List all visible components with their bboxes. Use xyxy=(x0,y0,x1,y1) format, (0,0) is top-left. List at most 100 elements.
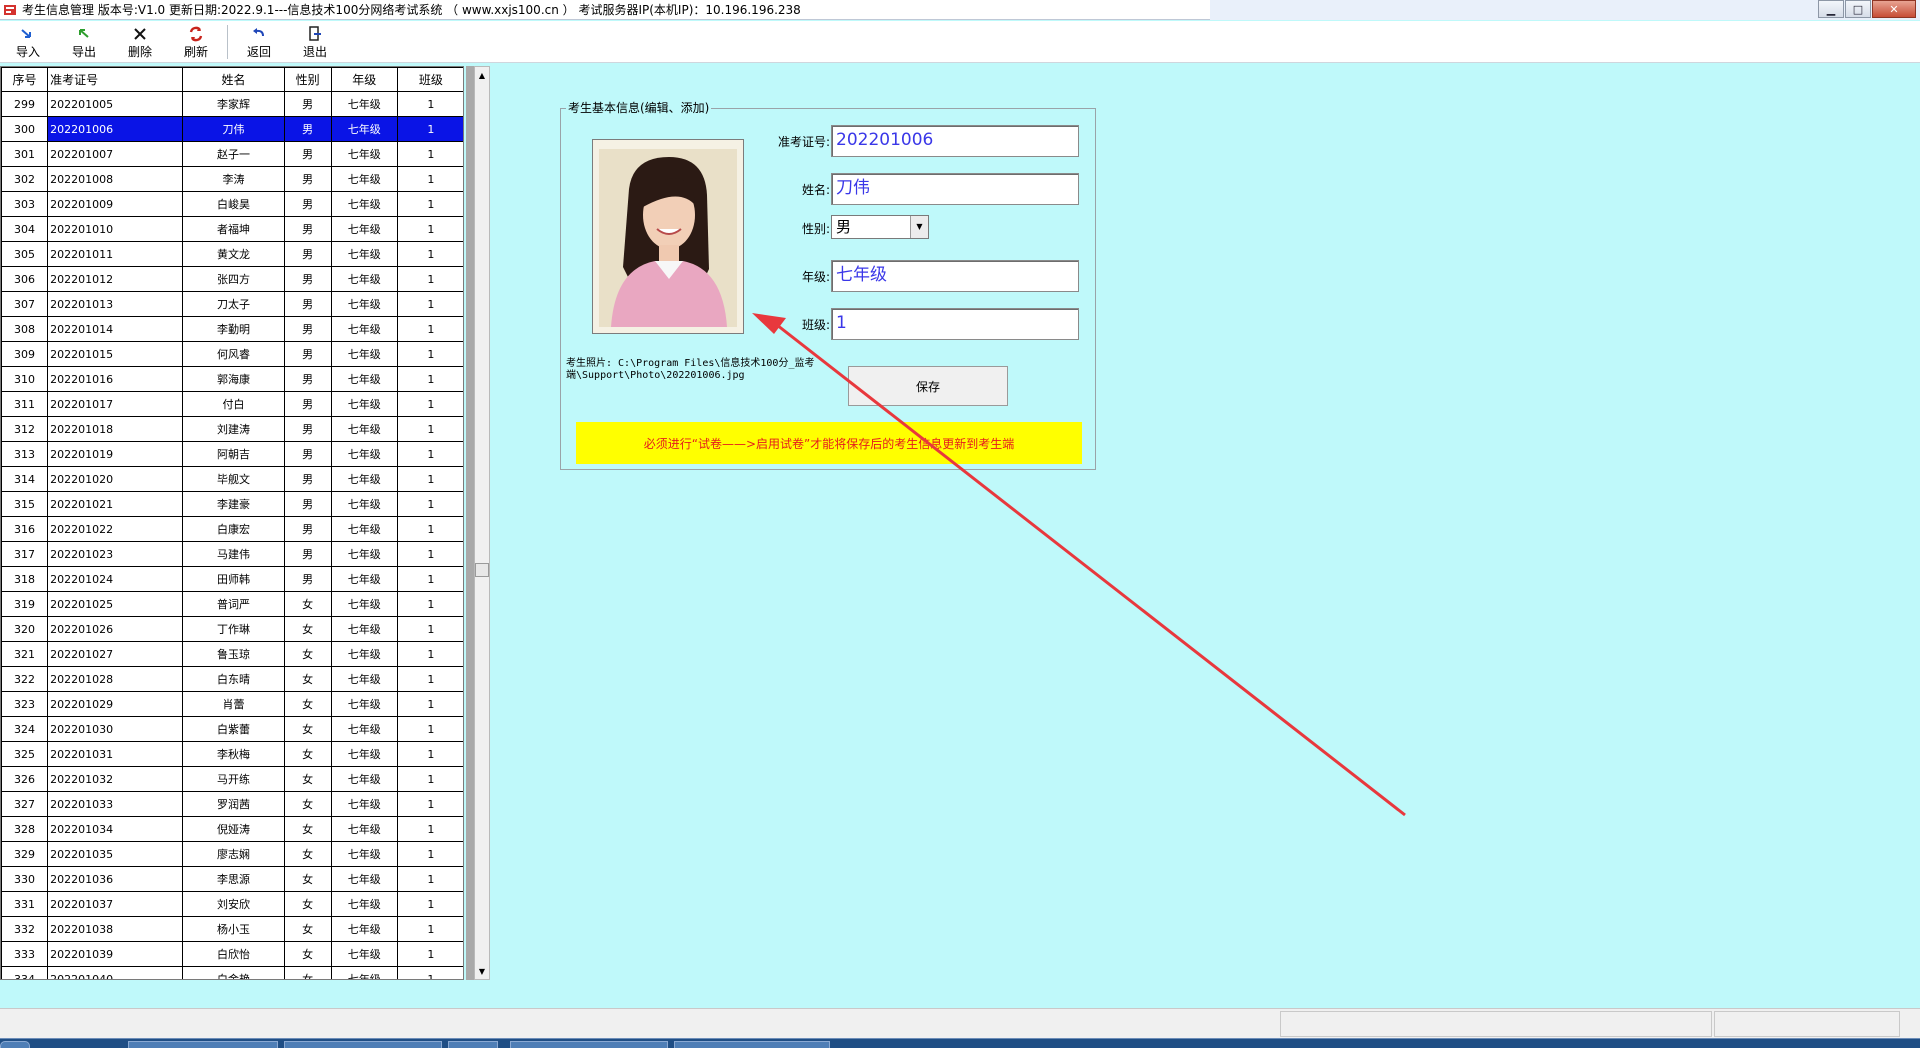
cell-name[interactable]: 白紫蕾 xyxy=(182,716,285,742)
cell-name[interactable]: 普词严 xyxy=(182,591,285,617)
cell-seq[interactable]: 333 xyxy=(1,941,49,967)
cell-gender[interactable]: 女 xyxy=(283,591,332,617)
table-row[interactable]: 326 202201032 马开练女七年级 1 xyxy=(1,766,463,792)
cell-gender[interactable]: 女 xyxy=(283,916,332,942)
name-field[interactable]: 刀伟 xyxy=(831,173,1079,205)
cell-zkz[interactable]: 202201005 xyxy=(47,91,184,117)
cell-zkz[interactable]: 202201015 xyxy=(47,341,184,367)
cell-class[interactable]: 1 xyxy=(396,616,463,642)
cell-grade[interactable]: 七年级 xyxy=(330,291,398,317)
cell-zkz[interactable]: 202201020 xyxy=(47,466,184,492)
cell-seq[interactable]: 320 xyxy=(1,616,49,642)
cell-zkz[interactable]: 202201030 xyxy=(47,716,184,742)
cell-zkz[interactable]: 202201010 xyxy=(47,216,184,242)
taskbar-item[interactable] xyxy=(510,1041,668,1048)
cell-class[interactable]: 1 xyxy=(396,741,463,767)
column-header-name[interactable]: 姓名 xyxy=(182,67,285,92)
cell-gender[interactable]: 男 xyxy=(283,466,332,492)
cell-grade[interactable]: 七年级 xyxy=(330,566,398,592)
table-row[interactable]: 313 202201019 阿朝吉男七年级 1 xyxy=(1,441,463,467)
cell-name[interactable]: 鲁玉琼 xyxy=(182,641,285,667)
cell-grade[interactable]: 七年级 xyxy=(330,491,398,517)
cell-grade[interactable]: 七年级 xyxy=(330,416,398,442)
cell-class[interactable]: 1 xyxy=(396,716,463,742)
cell-gender[interactable]: 男 xyxy=(283,116,332,142)
maximize-button[interactable]: □ xyxy=(1845,0,1871,18)
cell-zkz[interactable]: 202201039 xyxy=(47,941,184,967)
cell-name[interactable]: 廖志娴 xyxy=(182,841,285,867)
cell-zkz[interactable]: 202201022 xyxy=(47,516,184,542)
cell-class[interactable]: 1 xyxy=(396,266,463,292)
cell-zkz[interactable]: 202201040 xyxy=(47,966,184,979)
cell-class[interactable]: 1 xyxy=(396,341,463,367)
cell-grade[interactable]: 七年级 xyxy=(330,591,398,617)
cell-class[interactable]: 1 xyxy=(396,591,463,617)
table-row[interactable]: 309 202201015 何风睿男七年级 1 xyxy=(1,341,463,367)
cell-gender[interactable]: 女 xyxy=(283,791,332,817)
cell-name[interactable]: 李勤明 xyxy=(182,316,285,342)
cell-grade[interactable]: 七年级 xyxy=(330,666,398,692)
cell-class[interactable]: 1 xyxy=(396,491,463,517)
gender-select[interactable]: 男 ▼ xyxy=(831,215,929,239)
cell-grade[interactable]: 七年级 xyxy=(330,866,398,892)
cell-gender[interactable]: 男 xyxy=(283,91,332,117)
cell-class[interactable]: 1 xyxy=(396,866,463,892)
table-row[interactable]: 324 202201030 白紫蕾女七年级 1 xyxy=(1,716,463,742)
cell-gender[interactable]: 男 xyxy=(283,316,332,342)
table-row[interactable]: 302 202201008 李涛男七年级 1 xyxy=(1,166,463,192)
table-row[interactable]: 311 202201017 付白男七年级 1 xyxy=(1,391,463,417)
class-field[interactable]: 1 xyxy=(831,308,1079,340)
cell-gender[interactable]: 女 xyxy=(283,766,332,792)
cell-seq[interactable]: 332 xyxy=(1,916,49,942)
cell-grade[interactable]: 七年级 xyxy=(330,691,398,717)
save-button[interactable]: 保存 xyxy=(848,366,1008,406)
table-row[interactable]: 322 202201028 白东晴女七年级 1 xyxy=(1,666,463,692)
cell-name[interactable]: 付白 xyxy=(182,391,285,417)
taskbar-item[interactable] xyxy=(674,1041,830,1048)
cell-name[interactable]: 阿朝吉 xyxy=(182,441,285,467)
cell-seq[interactable]: 304 xyxy=(1,216,49,242)
grade-field[interactable]: 七年级 xyxy=(831,260,1079,292)
cell-gender[interactable]: 男 xyxy=(283,241,332,267)
cell-name[interactable]: 张四方 xyxy=(182,266,285,292)
cell-zkz[interactable]: 202201007 xyxy=(47,141,184,167)
cell-grade[interactable]: 七年级 xyxy=(330,441,398,467)
cell-gender[interactable]: 男 xyxy=(283,391,332,417)
table-row[interactable]: 306 202201012 张四方男七年级 1 xyxy=(1,266,463,292)
cell-gender[interactable]: 女 xyxy=(283,841,332,867)
cell-class[interactable]: 1 xyxy=(396,116,463,142)
cell-grade[interactable]: 七年级 xyxy=(330,116,398,142)
table-row[interactable]: 327 202201033 罗润茜女七年级 1 xyxy=(1,791,463,817)
cell-name[interactable]: 者福坤 xyxy=(182,216,285,242)
cell-grade[interactable]: 七年级 xyxy=(330,516,398,542)
cell-name[interactable]: 田师韩 xyxy=(182,566,285,592)
cell-seq[interactable]: 307 xyxy=(1,291,49,317)
cell-seq[interactable]: 328 xyxy=(1,816,49,842)
cell-class[interactable]: 1 xyxy=(396,91,463,117)
cell-seq[interactable]: 331 xyxy=(1,891,49,917)
cell-seq[interactable]: 321 xyxy=(1,641,49,667)
cell-class[interactable]: 1 xyxy=(396,816,463,842)
table-row[interactable]: 310 202201016 郭海康男七年级 1 xyxy=(1,366,463,392)
cell-gender[interactable]: 女 xyxy=(283,741,332,767)
cell-class[interactable]: 1 xyxy=(396,291,463,317)
cell-grade[interactable]: 七年级 xyxy=(330,766,398,792)
table-row[interactable]: 328 202201034 倪娅涛女七年级 1 xyxy=(1,816,463,842)
cell-gender[interactable]: 男 xyxy=(283,141,332,167)
back-button[interactable]: 返回 xyxy=(231,21,287,63)
cell-class[interactable]: 1 xyxy=(396,841,463,867)
cell-grade[interactable]: 七年级 xyxy=(330,966,398,979)
cell-seq[interactable]: 310 xyxy=(1,366,49,392)
cell-name[interactable]: 倪娅涛 xyxy=(182,816,285,842)
table-row[interactable]: 329 202201035 廖志娴女七年级 1 xyxy=(1,841,463,867)
cell-class[interactable]: 1 xyxy=(396,966,463,979)
cell-zkz[interactable]: 202201013 xyxy=(47,291,184,317)
cell-zkz[interactable]: 202201014 xyxy=(47,316,184,342)
taskbar-item[interactable] xyxy=(284,1041,442,1048)
cell-name[interactable]: 杨小玉 xyxy=(182,916,285,942)
cell-gender[interactable]: 男 xyxy=(283,216,332,242)
cell-grade[interactable]: 七年级 xyxy=(330,466,398,492)
cell-gender[interactable]: 女 xyxy=(283,716,332,742)
cell-class[interactable]: 1 xyxy=(396,941,463,967)
cell-gender[interactable]: 女 xyxy=(283,691,332,717)
